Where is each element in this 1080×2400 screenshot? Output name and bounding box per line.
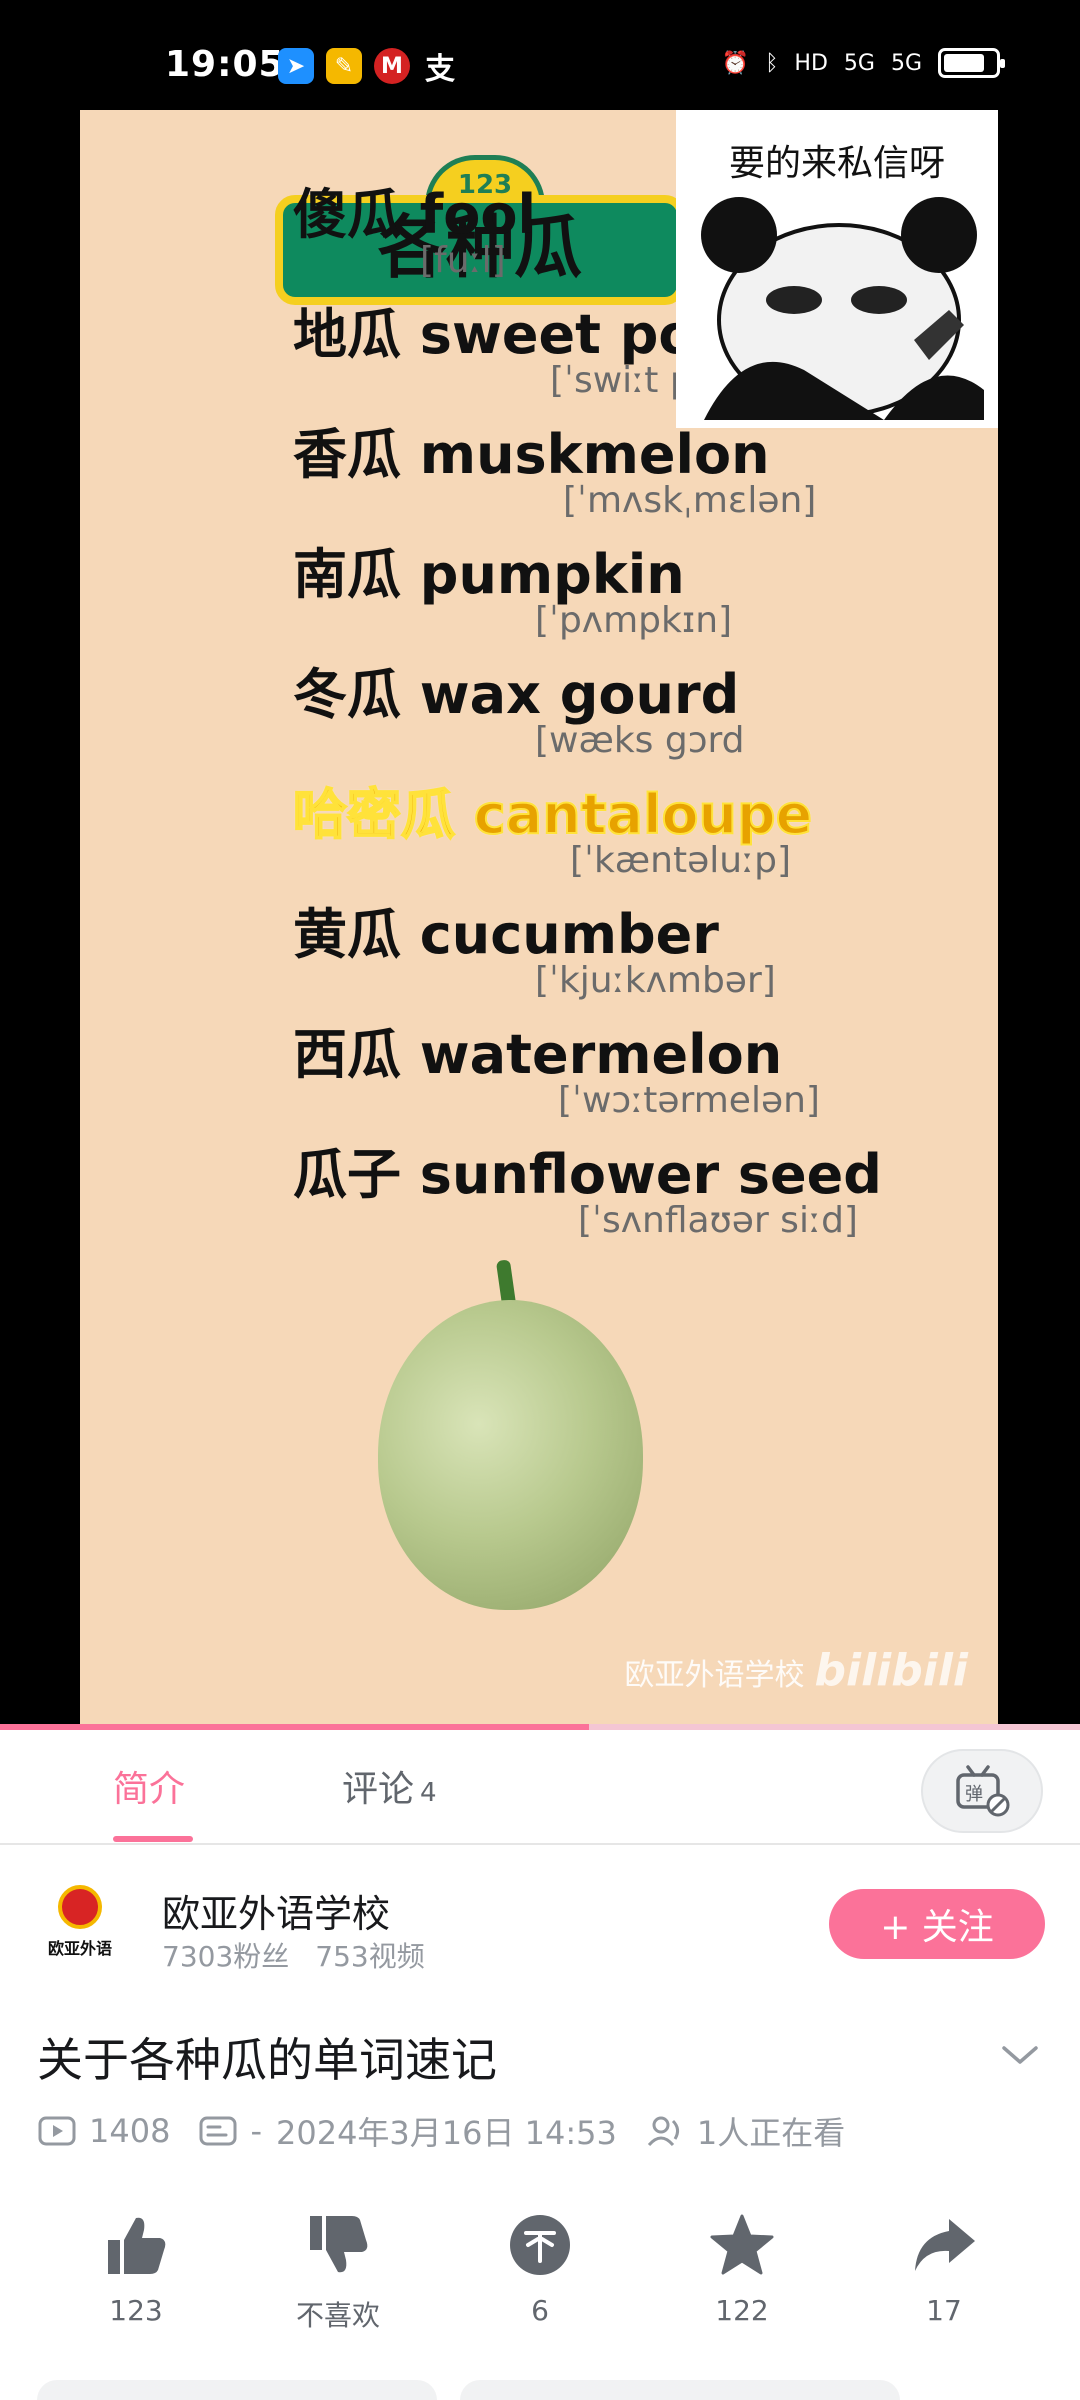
- video-title: 关于各种瓜的单词速记: [37, 2033, 497, 2087]
- hd-badge: HD: [794, 50, 828, 76]
- recommend-pill[interactable]: [460, 2380, 900, 2400]
- alipay-icon: 支: [425, 52, 455, 87]
- share-button[interactable]: 17: [864, 2210, 1024, 2327]
- word-entry: 哈密瓜 cantaloupe: [292, 782, 813, 847]
- word-entry: 黄瓜 cucumber: [293, 903, 719, 966]
- avatar[interactable]: 欧亚外语: [44, 1885, 116, 1958]
- word-phonetic: [ˈpʌmpkɪn]: [535, 600, 733, 641]
- recommend-pill[interactable]: [37, 2380, 437, 2400]
- word-phonetic: [ˈmʌskˌmɛlən]: [563, 480, 817, 521]
- tab-comments[interactable]: 评论 4: [342, 1760, 437, 1812]
- battery-level: [944, 54, 984, 72]
- meme-sticker: 要的来私信呀: [676, 110, 998, 428]
- word-phonetic: [ˈkæntəluːp]: [570, 840, 792, 881]
- coin-count: 6: [531, 2294, 549, 2327]
- word-phonetic: [ˈwɔːtərmelən]: [558, 1080, 820, 1121]
- coin-icon: [505, 2210, 575, 2280]
- share-count: 17: [926, 2294, 962, 2327]
- follow-button[interactable]: + 关注: [829, 1889, 1045, 1959]
- coin-button[interactable]: 6: [460, 2210, 620, 2327]
- video-meta: 1408 - 2024年3月16日 14:53 1人正在看: [37, 2108, 845, 2154]
- word-entry: 冬瓜 wax gourd: [293, 663, 740, 726]
- cantaloupe-image: [378, 1300, 643, 1610]
- bank-icon: M: [374, 48, 410, 84]
- thumbs-down-icon: [303, 2210, 373, 2280]
- favorite-button[interactable]: 122: [662, 2210, 822, 2327]
- like-count: 123: [109, 2294, 163, 2327]
- danmaku-toggle-button[interactable]: 弹: [921, 1749, 1043, 1833]
- star-icon: [707, 2210, 777, 2280]
- uploader-row: 欧亚外语 欧亚外语学校 7303粉丝 753视频 + 关注: [0, 1845, 1080, 1985]
- uploader-fans: 7303粉丝: [162, 1940, 290, 1973]
- word-phonetic: [fuːl]: [420, 240, 506, 281]
- word-entry: 西瓜 watermelon: [293, 1023, 783, 1086]
- play-count-icon: [38, 2116, 76, 2146]
- thumbs-up-icon: [101, 2210, 171, 2280]
- uploader-name[interactable]: 欧亚外语学校: [162, 1883, 390, 1938]
- watching-icon: [647, 2116, 679, 2147]
- battery-icon: [938, 48, 1005, 78]
- chevron-down-icon[interactable]: [1000, 2040, 1040, 2070]
- share-arrow-icon: [909, 2210, 979, 2280]
- action-bar: 123 不喜欢 6 122 17: [0, 2210, 1080, 2340]
- notes-icon: ✎: [326, 48, 362, 84]
- word-entry: 瓜子 sunflower seed: [293, 1143, 882, 1206]
- avatar-logo: [58, 1885, 102, 1929]
- feishu-icon: ➤: [278, 48, 314, 84]
- status-indicators: ⏰ ᛒ HD 5G 5G: [721, 48, 1005, 78]
- word-phonetic: [ˈkjuːkʌmbər]: [535, 960, 776, 1001]
- status-bar: 19:05 ➤ ✎ M 支 ⏰ ᛒ HD 5G 5G: [0, 0, 1080, 110]
- uploader-stats: 7303粉丝 753视频: [162, 1935, 451, 1975]
- svg-text:弹: 弹: [965, 1784, 983, 1805]
- status-time: 19:05: [165, 44, 285, 85]
- signal-5g-icon: 5G: [890, 50, 922, 76]
- tab-intro[interactable]: 简介: [113, 1760, 185, 1812]
- word-entry: 傻瓜 fool: [293, 183, 536, 246]
- word-phonetic: [wæks gɔrd: [535, 720, 745, 761]
- uploader-videos: 753视频: [315, 1940, 425, 1973]
- tab-comments-label: 评论: [342, 1769, 415, 1810]
- video-watermark: 欧亚外语学校 bilibili: [625, 1645, 968, 1696]
- like-button[interactable]: 123: [56, 2210, 216, 2327]
- tab-active-underline: [113, 1836, 193, 1842]
- meme-text: 要的来私信呀: [728, 143, 945, 184]
- danmaku-count: -: [250, 2112, 262, 2150]
- danmaku-off-icon: 弹: [956, 1765, 1010, 1817]
- danmaku-count-icon: [199, 2116, 237, 2146]
- dislike-label: 不喜欢: [295, 2299, 380, 2332]
- avatar-text: 欧亚外语: [47, 1939, 112, 1958]
- panda-meme-icon: [701, 197, 984, 420]
- dislike-button[interactable]: 不喜欢: [258, 2210, 418, 2334]
- status-app-icons: ➤ ✎ M 支: [278, 48, 458, 87]
- signal-5g-icon: 5G: [843, 50, 875, 76]
- watching-count: 1人正在看: [696, 2114, 846, 2152]
- favorite-count: 122: [715, 2294, 769, 2327]
- publish-date: 2024年3月16日 14:53: [275, 2114, 617, 2152]
- watermark-text: 欧亚外语学校: [624, 1658, 805, 1693]
- tab-intro-label: 简介: [113, 1769, 186, 1810]
- alarm-icon: ⏰: [721, 50, 750, 76]
- bilibili-logo: bilibili: [814, 1645, 968, 1696]
- word-entry: 南瓜 pumpkin: [293, 543, 685, 606]
- tab-comments-count: 4: [420, 1778, 437, 1808]
- bluetooth-icon: ᛒ: [765, 50, 779, 76]
- word-phonetic: [ˈsʌnflaʊər siːd]: [578, 1200, 858, 1241]
- detail-tabs: 简介 评论 4 弹: [0, 1730, 1080, 1845]
- view-count: 1408: [89, 2112, 171, 2150]
